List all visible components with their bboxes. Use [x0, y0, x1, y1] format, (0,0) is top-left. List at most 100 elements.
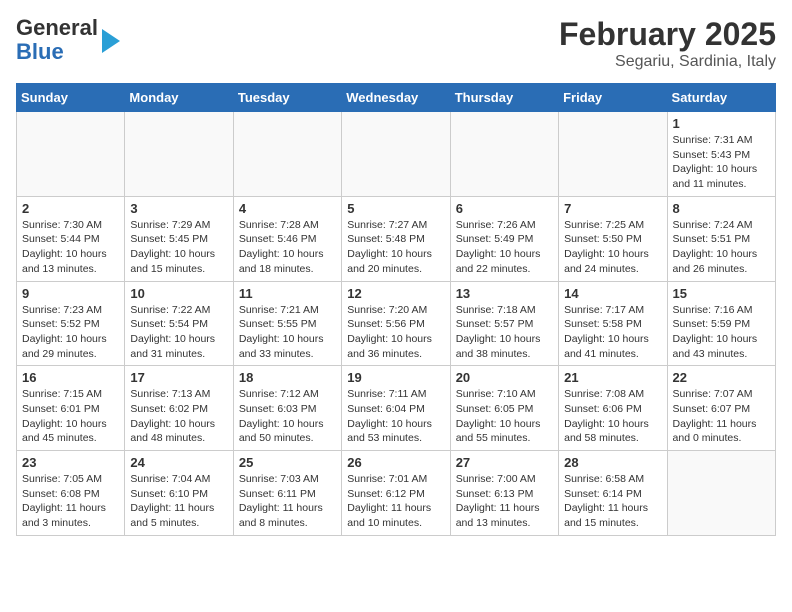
- day-cell: 17 Sunrise: 7:13 AMSunset: 6:02 PMDayligh…: [125, 366, 233, 451]
- day-info: Sunrise: 7:04 AMSunset: 6:10 PMDaylight:…: [130, 472, 227, 531]
- day-info: Sunrise: 6:58 AMSunset: 6:14 PMDaylight:…: [564, 472, 661, 531]
- day-number: 25: [239, 455, 336, 470]
- week-row-4: 16 Sunrise: 7:15 AMSunset: 6:01 PMDayligh…: [17, 366, 776, 451]
- day-number: 28: [564, 455, 661, 470]
- day-info: Sunrise: 7:11 AMSunset: 6:04 PMDaylight:…: [347, 387, 444, 446]
- day-number: 13: [456, 286, 553, 301]
- day-cell: 20Sunrise: 7:10 AMSunset: 6:05 PMDayligh…: [450, 366, 558, 451]
- day-info: Sunrise: 7:27 AMSunset: 5:48 PMDaylight:…: [347, 218, 444, 277]
- day-cell: 5Sunrise: 7:27 AMSunset: 5:48 PMDaylight…: [342, 196, 450, 281]
- day-cell: [17, 112, 125, 197]
- day-info: Sunrise: 7:30 AMSunset: 5:44 PMDaylight:…: [22, 218, 119, 277]
- logo: General Blue: [16, 16, 120, 64]
- week-row-3: 9 Sunrise: 7:23 AMSunset: 5:52 PMDaylight…: [17, 281, 776, 366]
- logo-arrow-icon: [102, 29, 120, 53]
- day-cell: [233, 112, 341, 197]
- day-cell: [342, 112, 450, 197]
- calendar-title: February 2025: [559, 16, 776, 53]
- day-info: Sunrise: 7:08 AMSunset: 6:06 PMDaylight:…: [564, 387, 661, 446]
- day-info: Sunrise: 7:16 AMSunset: 5:59 PMDaylight:…: [673, 303, 770, 362]
- day-cell: 11Sunrise: 7:21 AMSunset: 5:55 PMDayligh…: [233, 281, 341, 366]
- week-row-5: 23 Sunrise: 7:05 AMSunset: 6:08 PMDayligh…: [17, 451, 776, 536]
- day-info: Sunrise: 7:21 AMSunset: 5:55 PMDaylight:…: [239, 303, 336, 362]
- day-cell: 21 Sunrise: 7:08 AMSunset: 6:06 PMDayligh…: [559, 366, 667, 451]
- day-number: 8: [673, 201, 770, 216]
- day-number: 23: [22, 455, 119, 470]
- day-cell: 27 Sunrise: 7:00 AMSunset: 6:13 PMDayligh…: [450, 451, 558, 536]
- day-info: Sunrise: 7:03 AMSunset: 6:11 PMDaylight:…: [239, 472, 336, 531]
- logo-general: General: [16, 15, 98, 40]
- day-number: 17: [130, 370, 227, 385]
- day-number: 9: [22, 286, 119, 301]
- day-info: Sunrise: 7:07 AMSunset: 6:07 PMDaylight:…: [673, 387, 770, 446]
- day-number: 4: [239, 201, 336, 216]
- week-row-2: 2 Sunrise: 7:30 AMSunset: 5:44 PMDaylight…: [17, 196, 776, 281]
- page-header: General Blue February 2025 Segariu, Sard…: [16, 16, 776, 71]
- day-info: Sunrise: 7:15 AMSunset: 6:01 PMDaylight:…: [22, 387, 119, 446]
- day-cell: 23 Sunrise: 7:05 AMSunset: 6:08 PMDayligh…: [17, 451, 125, 536]
- day-info: Sunrise: 7:12 AMSunset: 6:03 PMDaylight:…: [239, 387, 336, 446]
- day-cell: 9 Sunrise: 7:23 AMSunset: 5:52 PMDaylight…: [17, 281, 125, 366]
- day-info: Sunrise: 7:24 AMSunset: 5:51 PMDaylight:…: [673, 218, 770, 277]
- day-info: Sunrise: 7:20 AMSunset: 5:56 PMDaylight:…: [347, 303, 444, 362]
- day-cell: 4 Sunrise: 7:28 AMSunset: 5:46 PMDaylight…: [233, 196, 341, 281]
- calendar-subtitle: Segariu, Sardinia, Italy: [559, 53, 776, 71]
- day-number: 18: [239, 370, 336, 385]
- logo-blue: Blue: [16, 39, 64, 64]
- day-number: 14: [564, 286, 661, 301]
- day-number: 27: [456, 455, 553, 470]
- day-number: 19: [347, 370, 444, 385]
- day-number: 21: [564, 370, 661, 385]
- weekday-saturday: Saturday: [667, 84, 775, 112]
- day-cell: 25 Sunrise: 7:03 AMSunset: 6:11 PMDayligh…: [233, 451, 341, 536]
- day-cell: [559, 112, 667, 197]
- day-number: 10: [130, 286, 227, 301]
- day-number: 12: [347, 286, 444, 301]
- day-cell: [125, 112, 233, 197]
- day-cell: 8 Sunrise: 7:24 AMSunset: 5:51 PMDaylight…: [667, 196, 775, 281]
- day-cell: 12 Sunrise: 7:20 AMSunset: 5:56 PMDayligh…: [342, 281, 450, 366]
- day-cell: 19 Sunrise: 7:11 AMSunset: 6:04 PMDayligh…: [342, 366, 450, 451]
- day-info: Sunrise: 7:22 AMSunset: 5:54 PMDaylight:…: [130, 303, 227, 362]
- day-cell: 24 Sunrise: 7:04 AMSunset: 6:10 PMDayligh…: [125, 451, 233, 536]
- day-cell: 1Sunrise: 7:31 AMSunset: 5:43 PMDaylight…: [667, 112, 775, 197]
- weekday-wednesday: Wednesday: [342, 84, 450, 112]
- calendar-table: SundayMondayTuesdayWednesdayThursdayFrid…: [16, 83, 776, 536]
- day-number: 22: [673, 370, 770, 385]
- weekday-tuesday: Tuesday: [233, 84, 341, 112]
- weekday-monday: Monday: [125, 84, 233, 112]
- day-cell: 22 Sunrise: 7:07 AMSunset: 6:07 PMDayligh…: [667, 366, 775, 451]
- day-info: Sunrise: 7:10 AMSunset: 6:05 PMDaylight:…: [456, 387, 553, 446]
- day-info: Sunrise: 7:29 AMSunset: 5:45 PMDaylight:…: [130, 218, 227, 277]
- day-cell: 10 Sunrise: 7:22 AMSunset: 5:54 PMDayligh…: [125, 281, 233, 366]
- day-info: Sunrise: 7:28 AMSunset: 5:46 PMDaylight:…: [239, 218, 336, 277]
- weekday-thursday: Thursday: [450, 84, 558, 112]
- day-cell: [667, 451, 775, 536]
- day-cell: 3 Sunrise: 7:29 AMSunset: 5:45 PMDaylight…: [125, 196, 233, 281]
- day-info: Sunrise: 7:13 AMSunset: 6:02 PMDaylight:…: [130, 387, 227, 446]
- day-number: 2: [22, 201, 119, 216]
- day-info: Sunrise: 7:05 AMSunset: 6:08 PMDaylight:…: [22, 472, 119, 531]
- week-row-1: 1Sunrise: 7:31 AMSunset: 5:43 PMDaylight…: [17, 112, 776, 197]
- title-block: February 2025 Segariu, Sardinia, Italy: [559, 16, 776, 71]
- day-number: 3: [130, 201, 227, 216]
- day-info: Sunrise: 7:31 AMSunset: 5:43 PMDaylight:…: [673, 133, 770, 192]
- weekday-friday: Friday: [559, 84, 667, 112]
- day-cell: 6Sunrise: 7:26 AMSunset: 5:49 PMDaylight…: [450, 196, 558, 281]
- day-info: Sunrise: 7:25 AMSunset: 5:50 PMDaylight:…: [564, 218, 661, 277]
- day-cell: 15 Sunrise: 7:16 AMSunset: 5:59 PMDayligh…: [667, 281, 775, 366]
- day-info: Sunrise: 7:00 AMSunset: 6:13 PMDaylight:…: [456, 472, 553, 531]
- day-number: 15: [673, 286, 770, 301]
- day-number: 16: [22, 370, 119, 385]
- day-number: 24: [130, 455, 227, 470]
- day-info: Sunrise: 7:17 AMSunset: 5:58 PMDaylight:…: [564, 303, 661, 362]
- day-cell: 28 Sunrise: 6:58 AMSunset: 6:14 PMDayligh…: [559, 451, 667, 536]
- day-cell: 16 Sunrise: 7:15 AMSunset: 6:01 PMDayligh…: [17, 366, 125, 451]
- day-cell: [450, 112, 558, 197]
- day-info: Sunrise: 7:01 AMSunset: 6:12 PMDaylight:…: [347, 472, 444, 531]
- day-cell: 18 Sunrise: 7:12 AMSunset: 6:03 PMDayligh…: [233, 366, 341, 451]
- day-info: Sunrise: 7:23 AMSunset: 5:52 PMDaylight:…: [22, 303, 119, 362]
- day-cell: 13Sunrise: 7:18 AMSunset: 5:57 PMDayligh…: [450, 281, 558, 366]
- day-info: Sunrise: 7:26 AMSunset: 5:49 PMDaylight:…: [456, 218, 553, 277]
- weekday-header-row: SundayMondayTuesdayWednesdayThursdayFrid…: [17, 84, 776, 112]
